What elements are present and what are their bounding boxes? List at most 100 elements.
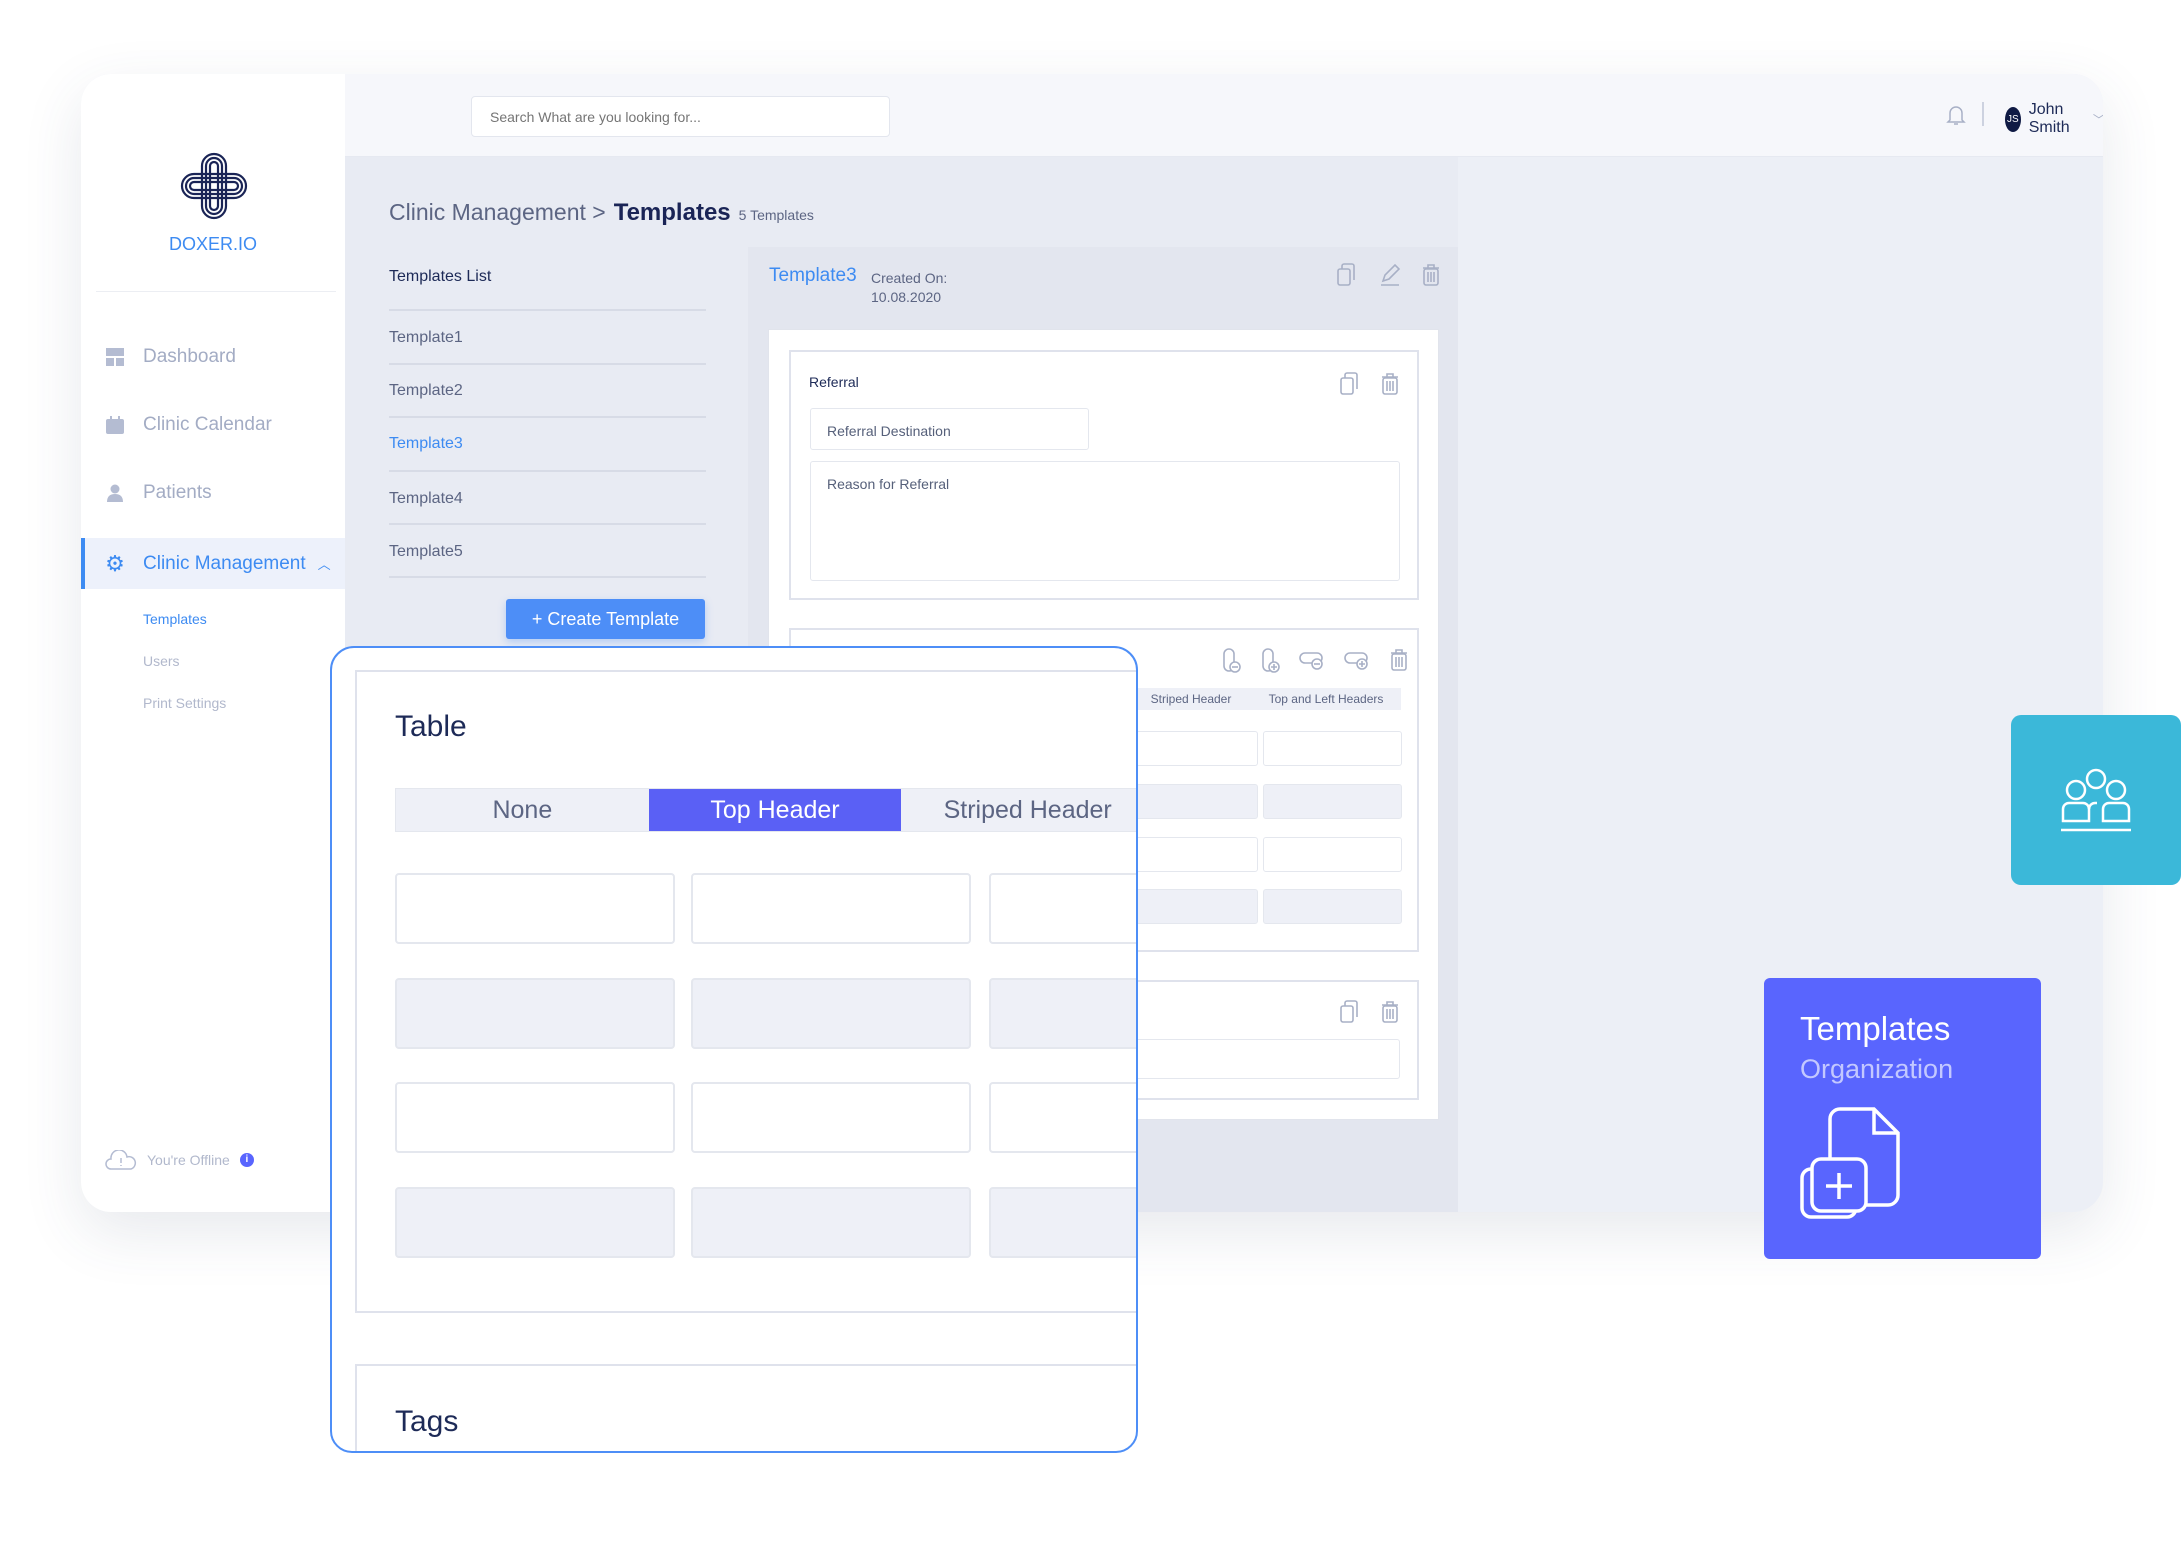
user-icon bbox=[105, 483, 125, 503]
table-cell[interactable] bbox=[395, 978, 675, 1049]
sidebar-item-patients[interactable]: Patients bbox=[81, 468, 345, 518]
divider bbox=[96, 291, 336, 292]
user-name: John Smith bbox=[2028, 101, 2070, 136]
table-cell[interactable] bbox=[989, 1082, 1136, 1153]
sidebar-item-clinic-calendar[interactable]: Clinic Calendar bbox=[81, 400, 345, 450]
templates-list-title: Templates List bbox=[389, 268, 492, 285]
breadcrumb-parent[interactable]: Clinic Management > bbox=[389, 199, 606, 226]
created-label: Created On: bbox=[871, 270, 948, 286]
chevron-down-icon: ﹀ bbox=[2093, 111, 2103, 128]
section-title: Referral bbox=[809, 374, 859, 390]
page-title: Templates bbox=[613, 199, 731, 226]
table-cell[interactable] bbox=[691, 1082, 971, 1153]
add-column-icon[interactable] bbox=[1260, 648, 1282, 679]
trash-icon[interactable] bbox=[1380, 372, 1400, 401]
user-menu[interactable]: JS John Smith ﹀ bbox=[2005, 101, 2103, 137]
gear-icon: ⚙ bbox=[105, 550, 125, 576]
add-document-icon bbox=[1800, 1107, 1900, 1219]
tab-top-and-left-headers[interactable]: Top and Left Headers bbox=[1251, 688, 1401, 710]
table-cell[interactable] bbox=[1131, 837, 1258, 872]
info-icon[interactable]: i bbox=[239, 1153, 254, 1167]
remove-column-icon[interactable] bbox=[1221, 648, 1243, 679]
created-date: 10.08.2020 bbox=[871, 289, 942, 305]
table-cell[interactable] bbox=[1263, 731, 1402, 766]
template-item-selected[interactable]: Template3 bbox=[389, 435, 463, 453]
chevron-up-icon: ︿ bbox=[317, 557, 331, 572]
promo-title: Templates bbox=[1800, 1010, 1951, 1047]
table-cell[interactable] bbox=[395, 873, 675, 944]
sidebar-item-label: Clinic Management bbox=[143, 552, 306, 574]
sidebar-item-label: Dashboard bbox=[143, 346, 236, 367]
table-cell[interactable] bbox=[1263, 784, 1402, 819]
table-cell[interactable] bbox=[691, 1187, 971, 1258]
trash-icon[interactable] bbox=[1389, 648, 1409, 677]
logo-icon bbox=[180, 152, 248, 220]
copy-icon[interactable] bbox=[1339, 1000, 1359, 1029]
template-title: Template3 bbox=[769, 265, 857, 286]
table-cell[interactable] bbox=[1131, 731, 1258, 766]
template-item[interactable]: Template5 bbox=[389, 543, 463, 561]
cloud-warning-icon bbox=[105, 1150, 137, 1170]
table-cell[interactable] bbox=[1263, 889, 1402, 924]
avatar: JS bbox=[2005, 106, 2021, 132]
table-cell[interactable] bbox=[691, 873, 971, 944]
bell-icon[interactable] bbox=[1946, 104, 1966, 126]
sidebar-subitem-templates[interactable]: Templates bbox=[143, 611, 207, 627]
create-template-button[interactable]: + Create Template bbox=[506, 599, 705, 639]
team-icon bbox=[2061, 768, 2131, 832]
table-style-tabs: Striped Header Top and Left Headers bbox=[1131, 688, 1401, 710]
table-cell[interactable] bbox=[989, 978, 1136, 1049]
sidebar-item-dashboard[interactable]: Dashboard bbox=[81, 332, 345, 382]
tags-title: Tags bbox=[395, 1405, 459, 1438]
tab-striped-header[interactable]: Striped Header bbox=[901, 789, 1136, 831]
table-cell[interactable] bbox=[989, 1187, 1136, 1258]
table-cell[interactable] bbox=[395, 1187, 675, 1258]
reason-for-referral-textarea[interactable]: Reason for Referral bbox=[810, 461, 1400, 581]
table-title: Table bbox=[395, 710, 467, 743]
sidebar-subitem-users[interactable]: Users bbox=[143, 653, 180, 669]
edit-icon[interactable] bbox=[1379, 263, 1401, 287]
dashboard-icon bbox=[105, 347, 125, 367]
divider bbox=[389, 523, 706, 525]
templates-organization-card: Templates Organization bbox=[1764, 978, 2041, 1259]
copy-icon[interactable] bbox=[1339, 372, 1359, 401]
search-input[interactable] bbox=[471, 96, 890, 137]
created-info: Created On: 10.08.2020 bbox=[871, 269, 947, 307]
copy-icon[interactable] bbox=[1336, 263, 1358, 287]
sidebar-item-clinic-management[interactable]: ⚙ Clinic Management ︿ bbox=[81, 538, 345, 589]
table-cell[interactable] bbox=[1131, 889, 1258, 924]
team-card bbox=[2011, 715, 2181, 885]
tab-striped-header[interactable]: Striped Header bbox=[1131, 688, 1251, 710]
sidebar: DOXER.IO Dashboard Clinic Calendar Patie… bbox=[81, 74, 345, 1212]
tags-block bbox=[355, 1364, 1136, 1451]
table-cell[interactable] bbox=[1131, 784, 1258, 819]
referral-destination-input[interactable]: Referral Destination bbox=[810, 408, 1089, 450]
divider bbox=[389, 576, 706, 578]
table-cell[interactable] bbox=[1263, 837, 1402, 872]
sidebar-item-label: Patients bbox=[143, 482, 212, 503]
offline-text: You're Offline bbox=[147, 1152, 230, 1168]
trash-icon[interactable] bbox=[1380, 1000, 1400, 1029]
tab-none[interactable]: None bbox=[396, 789, 649, 831]
table-style-overlay: Table None Top Header Striped Header Tag… bbox=[330, 646, 1138, 1453]
brand-name: DOXER.IO bbox=[168, 234, 257, 254]
template-item[interactable]: Template2 bbox=[389, 382, 463, 400]
divider bbox=[1982, 102, 1984, 126]
tab-top-header[interactable]: Top Header bbox=[648, 789, 902, 831]
template-count: 5 Templates bbox=[738, 207, 814, 223]
divider bbox=[389, 470, 706, 472]
template-item[interactable]: Template4 bbox=[389, 490, 463, 508]
breadcrumb: Clinic Management > Templates 5 Template… bbox=[389, 199, 814, 227]
table-cell[interactable] bbox=[989, 873, 1136, 944]
table-cell[interactable] bbox=[395, 1082, 675, 1153]
table-cell[interactable] bbox=[691, 978, 971, 1049]
offline-status: You're Offline i bbox=[105, 1150, 254, 1170]
add-row-icon[interactable] bbox=[1344, 650, 1370, 677]
sidebar-subitem-print-settings[interactable]: Print Settings bbox=[143, 695, 226, 711]
referral-section: Referral Referral Destination Reason for… bbox=[789, 350, 1419, 600]
trash-icon[interactable] bbox=[1421, 263, 1443, 287]
remove-row-icon[interactable] bbox=[1299, 650, 1325, 677]
divider bbox=[389, 416, 706, 418]
template-item[interactable]: Template1 bbox=[389, 329, 463, 347]
calendar-icon bbox=[105, 415, 125, 435]
